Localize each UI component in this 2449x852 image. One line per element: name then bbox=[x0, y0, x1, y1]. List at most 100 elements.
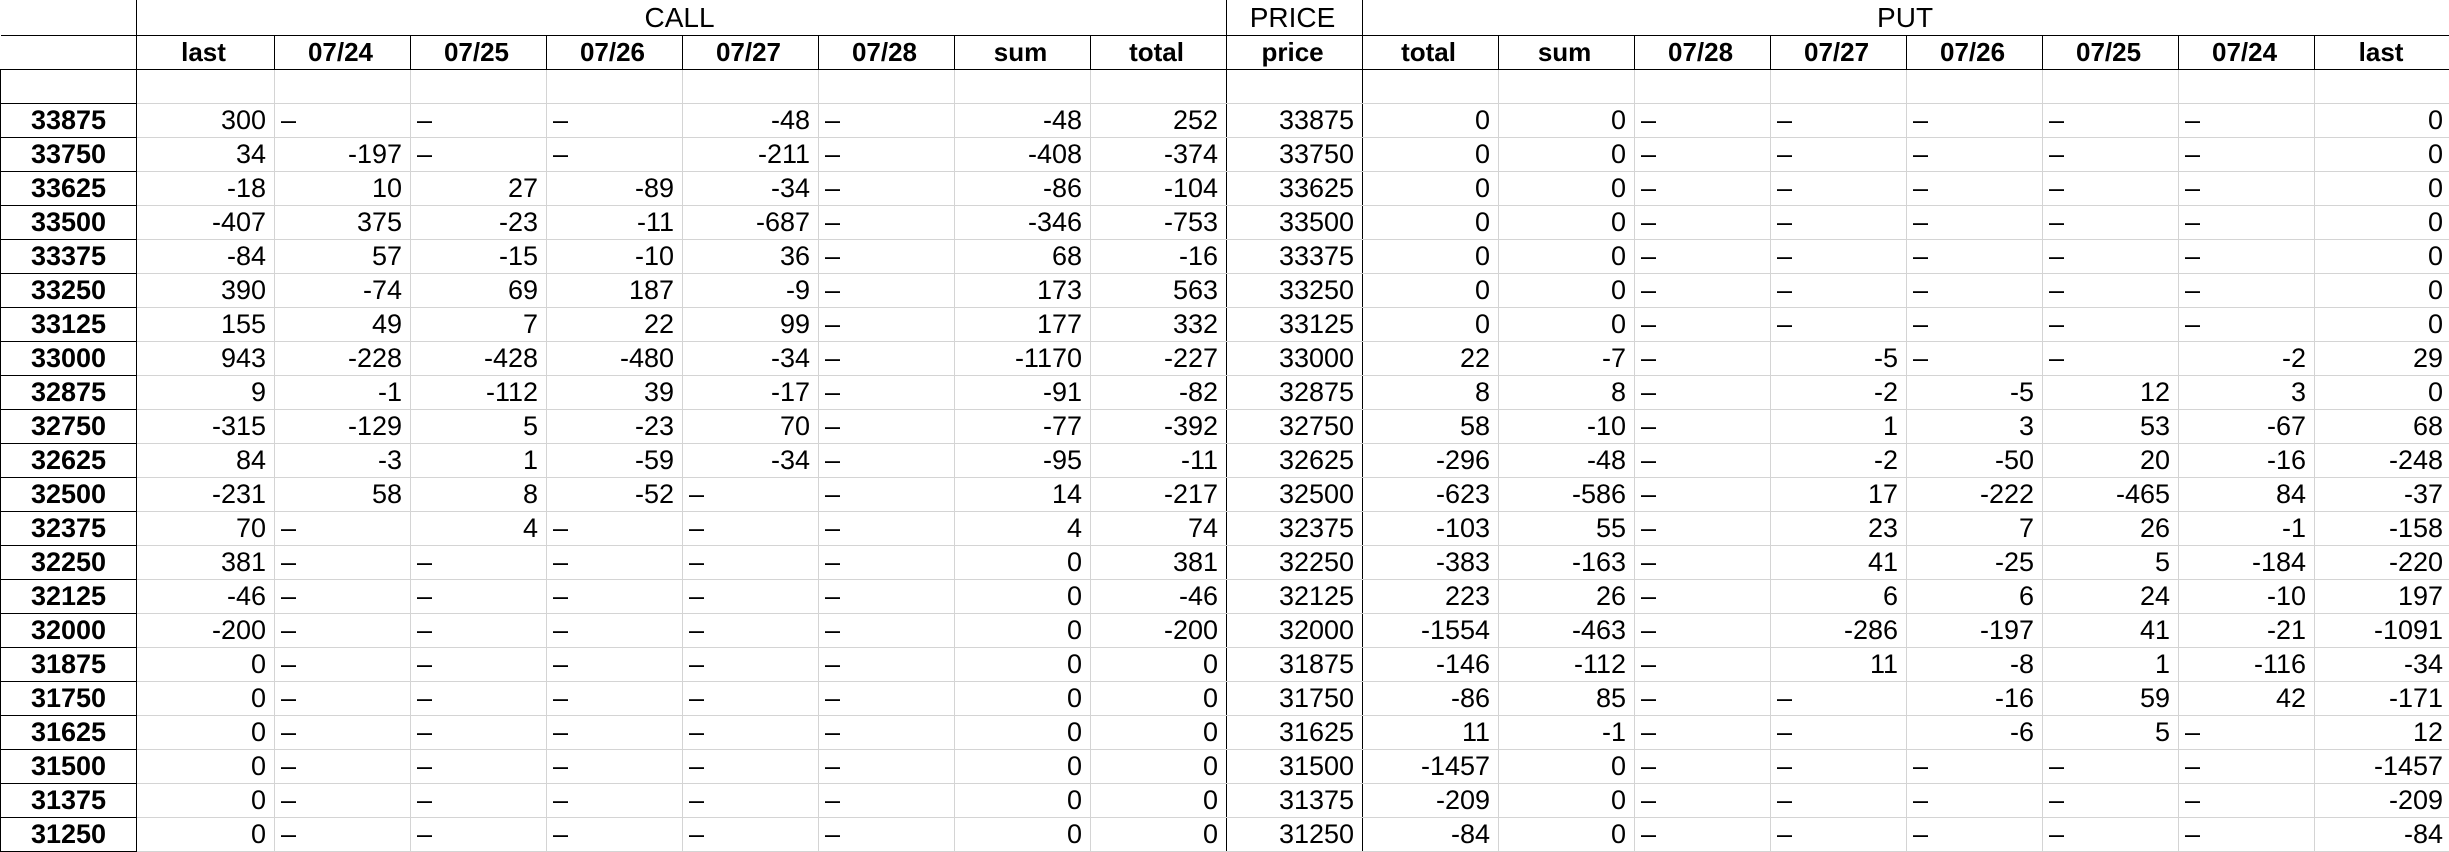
table-cell[interactable]: – bbox=[1635, 240, 1771, 274]
table-cell[interactable]: – bbox=[1635, 580, 1771, 614]
table-cell[interactable]: – bbox=[275, 648, 411, 682]
table-cell[interactable]: -129 bbox=[275, 410, 411, 444]
table-cell[interactable]: – bbox=[547, 716, 683, 750]
column-header[interactable]: total bbox=[1091, 36, 1227, 70]
empty-cell[interactable] bbox=[1363, 70, 1499, 104]
table-cell[interactable]: -16 bbox=[1091, 240, 1227, 274]
table-cell[interactable]: 32750 bbox=[1227, 410, 1363, 444]
table-cell[interactable]: 69 bbox=[411, 274, 547, 308]
table-cell[interactable]: 32375 bbox=[1227, 512, 1363, 546]
table-cell[interactable]: 0 bbox=[955, 784, 1091, 818]
table-cell[interactable]: -91 bbox=[955, 376, 1091, 410]
table-cell[interactable]: – bbox=[1771, 308, 1907, 342]
table-cell[interactable]: – bbox=[819, 240, 955, 274]
table-cell[interactable]: -623 bbox=[1363, 478, 1499, 512]
table-cell[interactable]: -84 bbox=[1363, 818, 1499, 852]
table-cell[interactable]: – bbox=[547, 546, 683, 580]
table-cell[interactable]: – bbox=[1771, 104, 1907, 138]
table-cell[interactable]: – bbox=[1635, 716, 1771, 750]
table-cell[interactable]: 85 bbox=[1499, 682, 1635, 716]
table-cell[interactable]: – bbox=[275, 580, 411, 614]
column-header[interactable]: 07/25 bbox=[411, 36, 547, 70]
row-strike-label[interactable]: 32000 bbox=[1, 614, 137, 648]
table-cell[interactable]: 31875 bbox=[1227, 648, 1363, 682]
table-cell[interactable]: – bbox=[819, 342, 955, 376]
table-cell[interactable]: 24 bbox=[2043, 580, 2179, 614]
column-header[interactable]: 07/24 bbox=[275, 36, 411, 70]
table-cell[interactable]: 0 bbox=[955, 716, 1091, 750]
table-cell[interactable]: -7 bbox=[1499, 342, 1635, 376]
table-cell[interactable]: -408 bbox=[955, 138, 1091, 172]
table-cell[interactable]: 0 bbox=[1091, 750, 1227, 784]
column-header[interactable]: 07/27 bbox=[683, 36, 819, 70]
table-cell[interactable]: 32625 bbox=[1227, 444, 1363, 478]
table-cell[interactable]: – bbox=[275, 512, 411, 546]
table-cell[interactable]: -209 bbox=[1363, 784, 1499, 818]
table-cell[interactable]: – bbox=[819, 580, 955, 614]
table-cell[interactable]: -37 bbox=[2315, 478, 2449, 512]
table-cell[interactable]: 197 bbox=[2315, 580, 2449, 614]
table-cell[interactable]: -687 bbox=[683, 206, 819, 240]
table-cell[interactable]: 68 bbox=[955, 240, 1091, 274]
table-cell[interactable]: – bbox=[819, 444, 955, 478]
table-cell[interactable]: 32250 bbox=[1227, 546, 1363, 580]
table-cell[interactable]: 26 bbox=[1499, 580, 1635, 614]
empty-cell[interactable] bbox=[275, 70, 411, 104]
table-cell[interactable]: -116 bbox=[2179, 648, 2315, 682]
table-cell[interactable]: 0 bbox=[137, 818, 275, 852]
table-cell[interactable]: – bbox=[2179, 750, 2315, 784]
table-cell[interactable]: 0 bbox=[1363, 206, 1499, 240]
row-strike-label[interactable]: 31625 bbox=[1, 716, 137, 750]
table-cell[interactable]: – bbox=[1771, 784, 1907, 818]
table-cell[interactable]: – bbox=[819, 206, 955, 240]
table-cell[interactable]: -383 bbox=[1363, 546, 1499, 580]
empty-cell[interactable] bbox=[1091, 70, 1227, 104]
table-cell[interactable]: – bbox=[411, 138, 547, 172]
table-cell[interactable]: 32125 bbox=[1227, 580, 1363, 614]
table-cell[interactable]: 33750 bbox=[1227, 138, 1363, 172]
row-strike-label[interactable]: 31750 bbox=[1, 682, 137, 716]
table-cell[interactable]: 0 bbox=[1499, 172, 1635, 206]
table-cell[interactable]: -17 bbox=[683, 376, 819, 410]
row-strike-label[interactable]: 33000 bbox=[1, 342, 137, 376]
table-cell[interactable]: – bbox=[411, 784, 547, 818]
table-cell[interactable]: -9 bbox=[683, 274, 819, 308]
table-cell[interactable]: -11 bbox=[547, 206, 683, 240]
table-cell[interactable]: -48 bbox=[955, 104, 1091, 138]
table-cell[interactable]: 70 bbox=[137, 512, 275, 546]
table-cell[interactable]: – bbox=[411, 580, 547, 614]
table-cell[interactable]: 5 bbox=[411, 410, 547, 444]
empty-cell[interactable] bbox=[1499, 70, 1635, 104]
table-cell[interactable]: -171 bbox=[2315, 682, 2449, 716]
table-cell[interactable]: – bbox=[2043, 308, 2179, 342]
table-cell[interactable]: 0 bbox=[955, 648, 1091, 682]
table-cell[interactable]: – bbox=[547, 512, 683, 546]
table-cell[interactable]: -10 bbox=[547, 240, 683, 274]
table-cell[interactable]: 177 bbox=[955, 308, 1091, 342]
table-cell[interactable]: 0 bbox=[2315, 138, 2449, 172]
table-cell[interactable]: 4 bbox=[411, 512, 547, 546]
table-cell[interactable]: -1 bbox=[275, 376, 411, 410]
table-cell[interactable]: – bbox=[275, 546, 411, 580]
table-cell[interactable]: -46 bbox=[1091, 580, 1227, 614]
table-cell[interactable]: – bbox=[683, 818, 819, 852]
table-cell[interactable]: 1 bbox=[1771, 410, 1907, 444]
table-cell[interactable]: 381 bbox=[1091, 546, 1227, 580]
table-cell[interactable]: -217 bbox=[1091, 478, 1227, 512]
table-cell[interactable]: – bbox=[275, 614, 411, 648]
table-cell[interactable]: 0 bbox=[1363, 274, 1499, 308]
table-cell[interactable]: -34 bbox=[683, 444, 819, 478]
table-cell[interactable]: – bbox=[2179, 274, 2315, 308]
table-cell[interactable]: – bbox=[2179, 172, 2315, 206]
table-cell[interactable]: – bbox=[1907, 342, 2043, 376]
table-cell[interactable]: -1091 bbox=[2315, 614, 2449, 648]
table-cell[interactable]: – bbox=[547, 750, 683, 784]
table-cell[interactable]: 0 bbox=[1363, 104, 1499, 138]
row-strike-label[interactable]: 32625 bbox=[1, 444, 137, 478]
table-cell[interactable]: 0 bbox=[2315, 206, 2449, 240]
row-strike-label[interactable]: 33250 bbox=[1, 274, 137, 308]
empty-cell[interactable] bbox=[2043, 70, 2179, 104]
table-cell[interactable]: -95 bbox=[955, 444, 1091, 478]
table-cell[interactable]: -84 bbox=[137, 240, 275, 274]
empty-cell[interactable] bbox=[2315, 70, 2449, 104]
